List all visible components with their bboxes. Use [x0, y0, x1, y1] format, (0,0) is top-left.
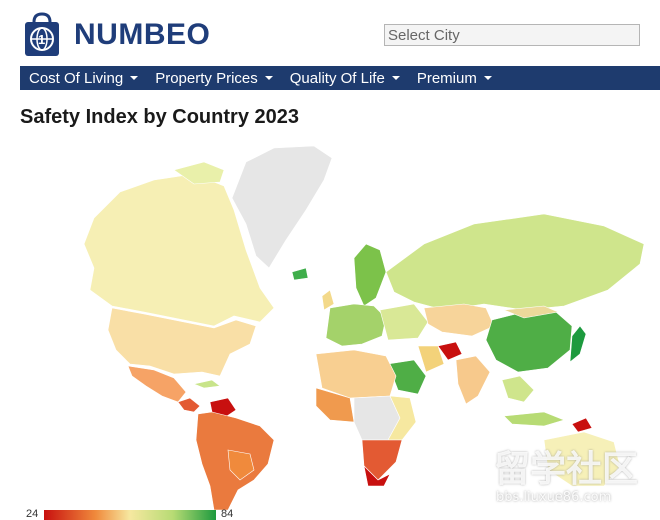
legend-color-scale [44, 510, 216, 520]
svg-text:1: 1 [38, 32, 45, 47]
region-southeast-asia[interactable] [501, 375, 535, 403]
region-iran[interactable] [417, 345, 445, 373]
caret-down-icon [264, 76, 273, 80]
caret-down-icon [391, 76, 400, 80]
region-kazakhstan[interactable] [423, 303, 495, 337]
region-north-africa[interactable] [315, 349, 397, 399]
page-title: Safety Index by Country 2023 [20, 106, 299, 128]
caret-down-icon [130, 76, 139, 80]
legend-max-value: 84 [221, 508, 234, 520]
shopping-bag-globe-icon: 1 [25, 12, 59, 56]
region-russia[interactable] [385, 213, 645, 311]
caret-down-icon [483, 76, 492, 80]
watermark: 留学社区 bbs.liuxue86.com [494, 450, 656, 516]
region-indonesia[interactable] [503, 411, 565, 427]
nav-property-prices[interactable]: Property Prices [146, 70, 281, 87]
region-europe-west[interactable] [325, 303, 387, 347]
nav-quality-of-life[interactable]: Quality Of Life [281, 70, 408, 87]
nav-label: Premium [416, 69, 477, 87]
main-nav: Cost Of Living Property Prices Quality O… [20, 66, 660, 90]
region-greenland[interactable] [231, 145, 333, 269]
watermark-text: 留学社区 [494, 449, 639, 490]
brand-name: NUMBEO [74, 18, 211, 51]
nav-label: Cost Of Living [29, 69, 124, 87]
select-city-input[interactable] [384, 24, 640, 46]
nav-label: Property Prices [155, 69, 258, 87]
region-india[interactable] [455, 355, 491, 405]
watermark-url: bbs.liuxue86.com [496, 490, 612, 505]
nav-cost-of-living[interactable]: Cost Of Living [20, 70, 146, 87]
region-scandinavia[interactable] [353, 243, 387, 307]
nav-label: Quality Of Life [289, 69, 385, 87]
region-papua-new-guinea[interactable] [571, 417, 593, 433]
region-china[interactable] [485, 311, 573, 373]
region-eastern-europe[interactable] [379, 303, 429, 341]
legend-min-value: 24 [26, 508, 39, 520]
region-iceland[interactable] [291, 267, 309, 281]
region-uk[interactable] [321, 289, 335, 311]
numbeo-logo[interactable]: 1 NUMBEO [22, 12, 210, 58]
nav-premium[interactable]: Premium [408, 70, 500, 87]
region-central-america[interactable] [177, 397, 201, 413]
region-japan[interactable] [569, 325, 587, 363]
region-cuba[interactable] [192, 379, 221, 389]
